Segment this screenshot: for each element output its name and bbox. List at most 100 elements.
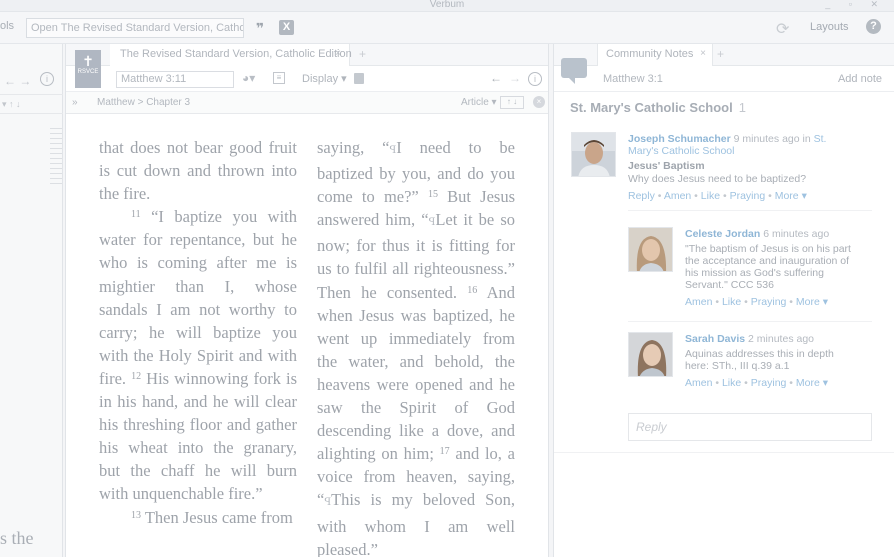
info-icon[interactable]: i [40, 72, 54, 86]
like-link[interactable]: Like [722, 296, 741, 308]
article-menu[interactable]: Article ▾ [461, 97, 497, 108]
note-actions: Amen • Like • Praying • More ▾ [685, 296, 860, 308]
left-panel: ← → i ▾ ↑ ↓ s the [0, 44, 63, 557]
tab-community-notes[interactable]: Community Notes × [597, 44, 713, 66]
forward-arrow-icon[interactable]: → [509, 71, 521, 85]
sync-icon[interactable]: ⟳ [776, 19, 789, 39]
verse-text: This is my beloved Son, with whom I am w… [317, 490, 515, 557]
add-note-button[interactable]: Add note [838, 73, 882, 85]
book-icon[interactable]: ✝ RSVCE [75, 50, 101, 88]
separator: • [694, 190, 698, 202]
back-arrow-icon[interactable]: ← [490, 71, 502, 85]
article-nav-arrows[interactable]: ↑ ↓ [500, 96, 524, 109]
visual-filter-icon[interactable]: ◕▾ [242, 71, 255, 85]
clear-icon[interactable]: × [533, 96, 545, 108]
breadcrumb-path[interactable]: Matthew > Chapter 3 [97, 97, 190, 108]
praying-link[interactable]: Praying [751, 377, 787, 389]
group-name: St. Mary's Catholic School [570, 100, 733, 115]
verse-text: that does not bear good fruit is cut dow… [99, 138, 297, 204]
tab-title: Community Notes [606, 48, 694, 60]
avatar[interactable] [571, 132, 616, 177]
separator: • [657, 190, 662, 202]
command-box[interactable]: Open The Revised Standard Version, Catho… [26, 18, 244, 38]
verse-11: 11 “I baptize you with water for repenta… [99, 205, 297, 505]
info-icon[interactable]: i [528, 72, 542, 86]
note-body: Why does Jesus need to be baptized? [628, 173, 807, 185]
left-nav-arrows[interactable]: ← → [4, 74, 31, 88]
divider [628, 210, 872, 211]
like-link[interactable]: Like [701, 190, 720, 202]
verse-number[interactable]: 11 [131, 209, 141, 220]
tab-close-icon[interactable]: × [335, 48, 341, 59]
note-body: Aquinas addresses this in depth here: ST… [685, 348, 834, 372]
bible-tab-row: The Revised Standard Version, Catholic E… [66, 44, 548, 66]
add-tab-icon[interactable]: + [717, 47, 724, 61]
notes-reference[interactable]: Matthew 3:1 [603, 73, 663, 85]
divider [554, 452, 894, 453]
note-in: in [802, 133, 811, 145]
amen-link[interactable]: Amen [685, 296, 712, 308]
sidebar-toggle-icon[interactable]: » [72, 97, 78, 108]
reply-link[interactable]: Reply [628, 190, 655, 202]
verse-number[interactable]: 13 [131, 510, 141, 521]
note-content: Sarah Davis 2 minutes ago Aquinas addres… [685, 333, 860, 389]
amen-link[interactable]: Amen [664, 190, 691, 202]
group-count: 1 [738, 100, 746, 115]
more-link[interactable]: More [796, 377, 820, 389]
notes-tab-row: Community Notes × + [554, 44, 894, 66]
verse-text: “I baptize you with water for repentance… [99, 207, 297, 388]
separator: • [789, 377, 793, 389]
tab-close-icon[interactable]: × [700, 48, 706, 59]
verse-13: 13 Then Jesus came from [99, 506, 297, 529]
separator: • [722, 190, 727, 202]
chevron-down-icon[interactable]: ▾ [823, 296, 828, 308]
amen-link[interactable]: Amen [685, 377, 712, 389]
separator: • [715, 377, 720, 389]
bible-nav-row: Matthew 3:11 ◕▾ ≡ Display ▾ ← → i [66, 66, 548, 92]
layouts-button[interactable]: Layouts [810, 21, 849, 33]
close-x-icon[interactable]: X [279, 20, 294, 35]
cross-icon: ✝ [82, 53, 94, 69]
help-icon[interactable]: ? [866, 19, 881, 34]
reply-input[interactable]: Reply [628, 413, 872, 441]
tab-rsvce[interactable]: The Revised Standard Version, Catholic E… [110, 44, 352, 66]
group-heading[interactable]: St. Mary's Catholic School 1 [570, 100, 746, 115]
text-column-1: that does not bear good fruit is cut dow… [99, 136, 297, 529]
praying-link[interactable]: Praying [730, 190, 766, 202]
verse-text: And when Jesus was baptized, he went up … [317, 282, 516, 464]
praying-link[interactable]: Praying [751, 296, 787, 308]
separator: • [744, 377, 748, 389]
chevron-down-icon[interactable]: ▾ [802, 190, 807, 202]
parallel-icon[interactable]: ≡ [273, 72, 285, 84]
display-menu[interactable]: Display ▾ [302, 72, 347, 85]
like-link[interactable]: Like [722, 377, 741, 389]
window-controls[interactable]: _ ▫ ✕ [825, 0, 886, 10]
separator: • [768, 190, 772, 202]
quote-icon[interactable]: ❞ [256, 20, 264, 37]
avatar[interactable] [628, 227, 673, 272]
verse-number[interactable]: 12 [131, 371, 141, 382]
note-actions: Amen • Like • Praying • More ▾ [685, 377, 860, 389]
more-link[interactable]: More [775, 190, 799, 202]
bible-panel: The Revised Standard Version, Catholic E… [65, 44, 549, 557]
note-time: 9 minutes ago [733, 133, 800, 145]
avatar-image [629, 333, 672, 376]
note-author[interactable]: Celeste Jordan [685, 228, 760, 240]
avatar[interactable] [628, 332, 673, 377]
panel-menu-icon[interactable] [354, 73, 364, 84]
left-subtoolbar[interactable]: ▾ ↑ ↓ [0, 94, 63, 114]
reference-input[interactable]: Matthew 3:11 [116, 71, 234, 88]
breadcrumb: » Matthew > Chapter 3 Article ▾ ↑ ↓ × [66, 92, 548, 114]
verse-number[interactable]: 16 [467, 285, 477, 296]
note-author[interactable]: Sarah Davis [685, 333, 745, 345]
verse-number[interactable]: 15 [428, 189, 438, 200]
more-link[interactable]: More [796, 296, 820, 308]
verse-number[interactable]: 17 [440, 446, 450, 457]
note-actions: Reply • Amen • Like • Praying • More ▾ [628, 190, 858, 202]
verse-text: His winnowing fork is in his hand, and h… [99, 368, 298, 504]
chevron-down-icon[interactable]: ▾ [823, 377, 828, 389]
add-tab-icon[interactable]: + [359, 47, 366, 61]
speech-bubble-icon [561, 58, 587, 84]
tools-menu[interactable]: ols [0, 20, 14, 32]
note-author[interactable]: Joseph Schumacher [628, 133, 731, 145]
